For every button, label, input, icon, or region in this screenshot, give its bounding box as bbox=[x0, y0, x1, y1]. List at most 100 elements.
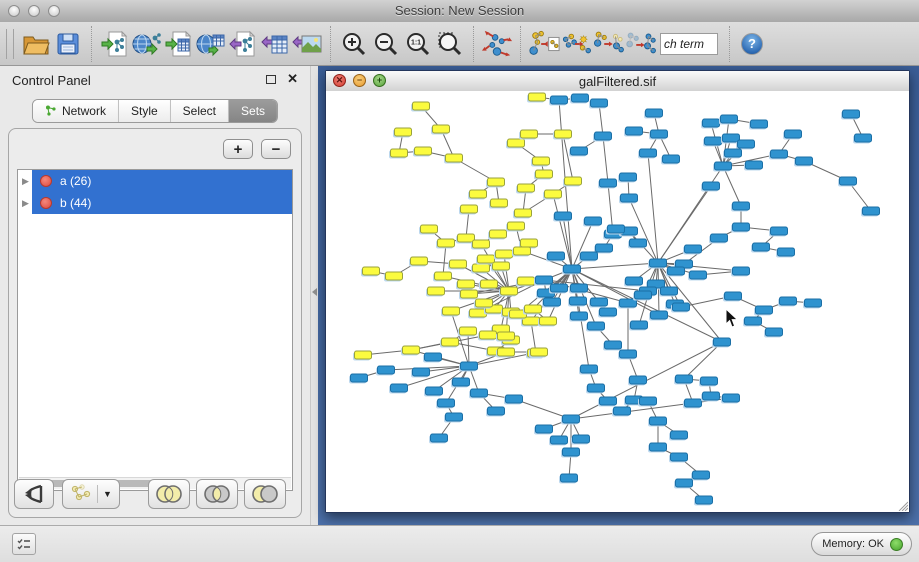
export-table-button[interactable] bbox=[259, 27, 291, 61]
graph-node[interactable] bbox=[491, 199, 508, 207]
graph-node[interactable] bbox=[668, 267, 685, 275]
graph-node[interactable] bbox=[635, 291, 652, 299]
graph-node[interactable] bbox=[631, 321, 648, 329]
graph-node[interactable] bbox=[614, 407, 631, 415]
graph-node[interactable] bbox=[415, 147, 432, 155]
graph-node[interactable] bbox=[685, 245, 702, 253]
collapse-panel-arrow-icon[interactable] bbox=[312, 288, 317, 296]
graph-node[interactable] bbox=[714, 338, 731, 346]
graph-node[interactable] bbox=[471, 389, 488, 397]
graph-node[interactable] bbox=[488, 407, 505, 415]
graph-node[interactable] bbox=[651, 130, 668, 138]
graph-edge[interactable] bbox=[723, 166, 741, 206]
graph-node[interactable] bbox=[600, 179, 617, 187]
list-item[interactable]: ▶ a (26) bbox=[18, 170, 292, 192]
graph-node[interactable] bbox=[450, 260, 467, 268]
graph-edge[interactable] bbox=[684, 342, 722, 379]
graph-node[interactable] bbox=[531, 348, 548, 356]
graph-node[interactable] bbox=[514, 247, 531, 255]
graph-node[interactable] bbox=[470, 309, 487, 317]
graph-node[interactable] bbox=[701, 377, 718, 385]
graph-node[interactable] bbox=[403, 346, 420, 354]
graph-node[interactable] bbox=[571, 312, 588, 320]
network-window[interactable]: ✕ − + galFiltered.sif bbox=[325, 70, 910, 513]
graph-node[interactable] bbox=[563, 415, 580, 423]
graph-node[interactable] bbox=[626, 277, 643, 285]
import-table-file-button[interactable] bbox=[163, 27, 195, 61]
graph-node[interactable] bbox=[536, 170, 553, 178]
graph-node[interactable] bbox=[650, 443, 667, 451]
graph-node[interactable] bbox=[626, 127, 643, 135]
network-canvas[interactable] bbox=[326, 91, 909, 512]
graph-node[interactable] bbox=[640, 397, 657, 405]
graph-node[interactable] bbox=[478, 255, 495, 263]
dropdown-arrow-icon[interactable]: ▼ bbox=[103, 489, 112, 499]
graph-node[interactable] bbox=[498, 348, 515, 356]
split-set-button[interactable] bbox=[14, 479, 54, 509]
graph-node[interactable] bbox=[855, 134, 872, 142]
graph-node[interactable] bbox=[600, 308, 617, 316]
graph-node[interactable] bbox=[446, 413, 463, 421]
graph-node[interactable] bbox=[600, 397, 617, 405]
graph-edge[interactable] bbox=[603, 136, 608, 183]
graph-node[interactable] bbox=[551, 436, 568, 444]
graph-node[interactable] bbox=[555, 130, 572, 138]
graph-node[interactable] bbox=[778, 248, 795, 256]
graph-node[interactable] bbox=[428, 287, 445, 295]
search-input[interactable] bbox=[660, 33, 718, 55]
graph-node[interactable] bbox=[438, 239, 455, 247]
graph-node[interactable] bbox=[630, 239, 647, 247]
graph-node[interactable] bbox=[564, 265, 581, 273]
graph-node[interactable] bbox=[771, 227, 788, 235]
export-network-button[interactable] bbox=[227, 27, 259, 61]
graph-node[interactable] bbox=[386, 272, 403, 280]
difference-sets-button[interactable] bbox=[244, 479, 286, 509]
graph-node[interactable] bbox=[721, 115, 738, 123]
graph-node[interactable] bbox=[581, 252, 598, 260]
graph-node[interactable] bbox=[573, 435, 590, 443]
graph-node[interactable] bbox=[620, 350, 637, 358]
graph-node[interactable] bbox=[733, 202, 750, 210]
graph-edge[interactable] bbox=[572, 221, 593, 269]
graph-node[interactable] bbox=[413, 368, 430, 376]
graph-node[interactable] bbox=[351, 374, 368, 382]
graph-node[interactable] bbox=[723, 134, 740, 142]
graph-node[interactable] bbox=[518, 277, 535, 285]
graph-node[interactable] bbox=[805, 299, 822, 307]
tab-style[interactable]: Style bbox=[119, 100, 171, 122]
graph-node[interactable] bbox=[501, 287, 518, 295]
graph-node[interactable] bbox=[723, 394, 740, 402]
graph-node[interactable] bbox=[703, 119, 720, 127]
graph-node[interactable] bbox=[676, 479, 693, 487]
graph-node[interactable] bbox=[515, 209, 532, 217]
graph-node[interactable] bbox=[431, 434, 448, 442]
graph-node[interactable] bbox=[696, 496, 713, 504]
graph-node[interactable] bbox=[473, 240, 490, 248]
graph-edge[interactable] bbox=[563, 216, 572, 269]
graph-node[interactable] bbox=[395, 128, 412, 136]
graph-node[interactable] bbox=[588, 384, 605, 392]
zoom-selected-button[interactable] bbox=[434, 27, 466, 61]
graph-node[interactable] bbox=[571, 284, 588, 292]
graph-node[interactable] bbox=[411, 257, 428, 265]
graph-node[interactable] bbox=[745, 317, 762, 325]
close-panel-icon[interactable]: ✕ bbox=[287, 71, 298, 87]
graph-node[interactable] bbox=[355, 351, 372, 359]
graph-node[interactable] bbox=[521, 130, 538, 138]
graph-node[interactable] bbox=[363, 267, 380, 275]
graph-node[interactable] bbox=[596, 244, 613, 252]
expand-arrow-icon[interactable]: ▶ bbox=[22, 176, 29, 187]
graph-node[interactable] bbox=[443, 307, 460, 315]
open-session-button[interactable] bbox=[20, 27, 52, 61]
graph-node[interactable] bbox=[605, 341, 622, 349]
memory-status-button[interactable]: Memory: OK bbox=[811, 532, 912, 556]
graph-node[interactable] bbox=[796, 157, 813, 165]
graph-node[interactable] bbox=[555, 212, 572, 220]
graph-node[interactable] bbox=[461, 205, 478, 213]
graph-node[interactable] bbox=[446, 154, 463, 162]
graph-node[interactable] bbox=[460, 327, 477, 335]
tab-network[interactable]: Network bbox=[33, 100, 119, 122]
show-all-button[interactable] bbox=[624, 27, 656, 61]
graph-node[interactable] bbox=[473, 264, 490, 272]
import-table-web-button[interactable] bbox=[195, 27, 227, 61]
